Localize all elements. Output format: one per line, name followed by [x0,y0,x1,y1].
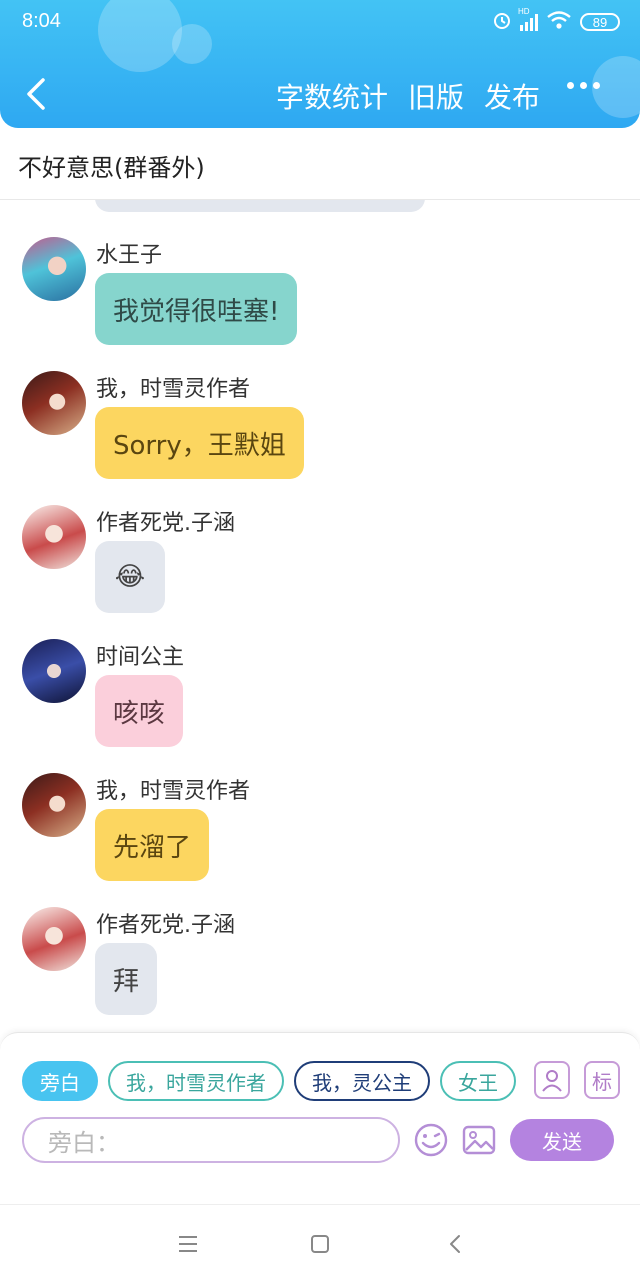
role-chip[interactable]: 女王 [440,1061,516,1101]
home-icon[interactable] [305,1229,335,1259]
image-icon[interactable] [460,1121,498,1159]
avatar[interactable] [22,371,86,435]
role-chip[interactable]: 我，灵公主 [294,1061,430,1101]
message-bubble[interactable]: 😂 [95,541,165,613]
wifi-icon [546,10,572,34]
avatar[interactable] [22,505,86,569]
network-type-label: HD [518,7,530,16]
signal-icon: HD [518,7,538,31]
input-row: 旁白： 发送 [22,1117,618,1163]
old-version-button[interactable]: 旧版 [408,76,464,116]
sender-name: 我，时雪灵作者 [96,779,251,804]
more-icon[interactable] [567,82,600,89]
role-chip[interactable]: 我，时雪灵作者 [108,1061,284,1101]
avatar[interactable] [22,907,86,971]
role-chip-narration[interactable]: 旁白 [22,1061,98,1101]
back-nav-icon[interactable] [440,1229,470,1259]
chat-list[interactable]: 水王子 我觉得很哇塞! 我，时雪灵作者 Sorry，王默姐 作者死党.子涵 😂 … [0,200,640,1030]
message-bubble[interactable]: 咳咳 [95,675,184,747]
partial-message-bubble [95,200,425,212]
menu-icon[interactable] [173,1229,203,1259]
back-button[interactable] [18,74,54,114]
sender-name: 时间公主 [96,645,185,670]
sender-name: 我，时雪灵作者 [96,377,251,402]
role-selector[interactable]: 旁白 我，时雪灵作者 我，灵公主 女王 [22,1061,516,1103]
system-navigation-bar [0,1204,640,1280]
message-bubble[interactable]: 我觉得很哇塞! [95,273,298,345]
story-title-bar: 不好意思(群番外) [0,128,640,200]
message-bubble[interactable]: 拜 [95,943,158,1015]
composer-panel: 旁白 我，时雪灵作者 我，灵公主 女王 标 旁白： 发送 [0,1032,640,1204]
message-bubble[interactable]: Sorry，王默姐 [95,407,304,479]
avatar[interactable] [22,639,86,703]
word-count-button[interactable]: 字数统计 [276,76,388,116]
person-card-icon [542,1070,562,1092]
tag-button[interactable]: 标 [584,1061,620,1099]
sender-name: 水王子 [96,243,163,268]
avatar[interactable] [22,237,86,301]
add-role-button[interactable] [534,1061,570,1099]
sender-name: 作者死党.子涵 [96,511,235,536]
message-bubble[interactable]: 先溜了 [95,809,210,881]
battery-indicator: 89 [580,13,620,31]
story-title[interactable]: 不好意思(群番外) [18,148,205,183]
emoji-icon[interactable] [412,1121,450,1159]
status-bar: 8:04 HD 89 [0,0,640,44]
app-header: 8:04 HD 89 字数统计 旧版 发布 [0,0,640,128]
message-input[interactable]: 旁白： [22,1117,400,1163]
sender-name: 作者死党.子涵 [96,913,235,938]
publish-button[interactable]: 发布 [484,76,540,116]
chevron-left-icon [27,78,45,110]
avatar[interactable] [22,773,86,837]
status-icons: HD 89 [492,7,620,34]
send-button[interactable]: 发送 [510,1119,614,1161]
alarm-icon [492,10,512,34]
status-time: 8:04 [22,10,61,32]
header-actions: 字数统计 旧版 发布 [276,76,540,116]
